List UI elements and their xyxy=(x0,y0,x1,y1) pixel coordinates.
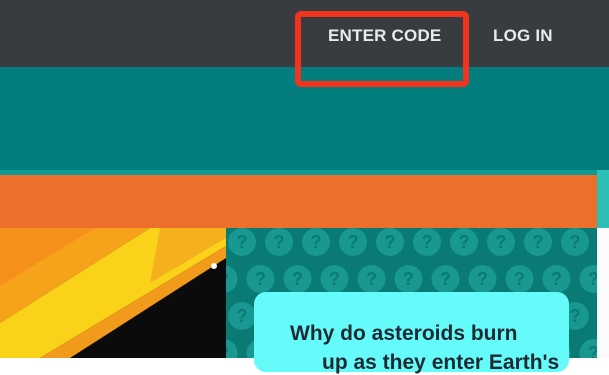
question-mark-glyph: ? xyxy=(329,269,340,289)
question-mark-glyph: ? xyxy=(366,269,377,289)
question-mark-glyph: ? xyxy=(496,232,507,252)
enter-code-link[interactable]: ENTER CODE xyxy=(328,26,441,46)
question-mark-glyph: ? xyxy=(477,269,488,289)
question-mark-glyph: ? xyxy=(570,306,581,326)
question-mark-glyph: ? xyxy=(588,269,597,289)
question-mark-glyph: ? xyxy=(403,269,414,289)
question-mark-glyph: ? xyxy=(588,343,597,358)
question-mark-glyph: ? xyxy=(551,269,562,289)
question-mark-glyph: ? xyxy=(237,306,248,326)
question-mark-glyph: ? xyxy=(226,343,229,358)
question-mark-glyph: ? xyxy=(255,269,266,289)
question-mark-glyph: ? xyxy=(274,232,285,252)
question-line-1: Why do asteroids burn xyxy=(290,322,518,345)
question-mark-glyph: ? xyxy=(459,232,470,252)
asteroid-illustration xyxy=(0,228,226,358)
top-navigation-bar: ENTER CODE LOG IN xyxy=(0,0,609,67)
hero-banner xyxy=(0,67,609,170)
orange-banner xyxy=(0,175,597,228)
question-mark-glyph: ? xyxy=(226,269,229,289)
question-mark-glyph: ? xyxy=(292,269,303,289)
question-mark-glyph: ? xyxy=(440,269,451,289)
question-mark-glyph: ? xyxy=(237,232,248,252)
question-mark-glyph: ? xyxy=(570,232,581,252)
question-mark-glyph: ? xyxy=(311,232,322,252)
question-mark-glyph: ? xyxy=(385,232,396,252)
question-mark-glyph: ? xyxy=(348,232,359,252)
question-line-2: up as they enter Earth's xyxy=(322,351,560,374)
question-mark-glyph: ? xyxy=(533,232,544,252)
log-in-link[interactable]: LOG IN xyxy=(493,26,553,46)
asteroid-thumbnail[interactable] xyxy=(0,228,226,358)
question-mark-glyph: ? xyxy=(514,269,525,289)
question-mark-glyph: ? xyxy=(422,232,433,252)
